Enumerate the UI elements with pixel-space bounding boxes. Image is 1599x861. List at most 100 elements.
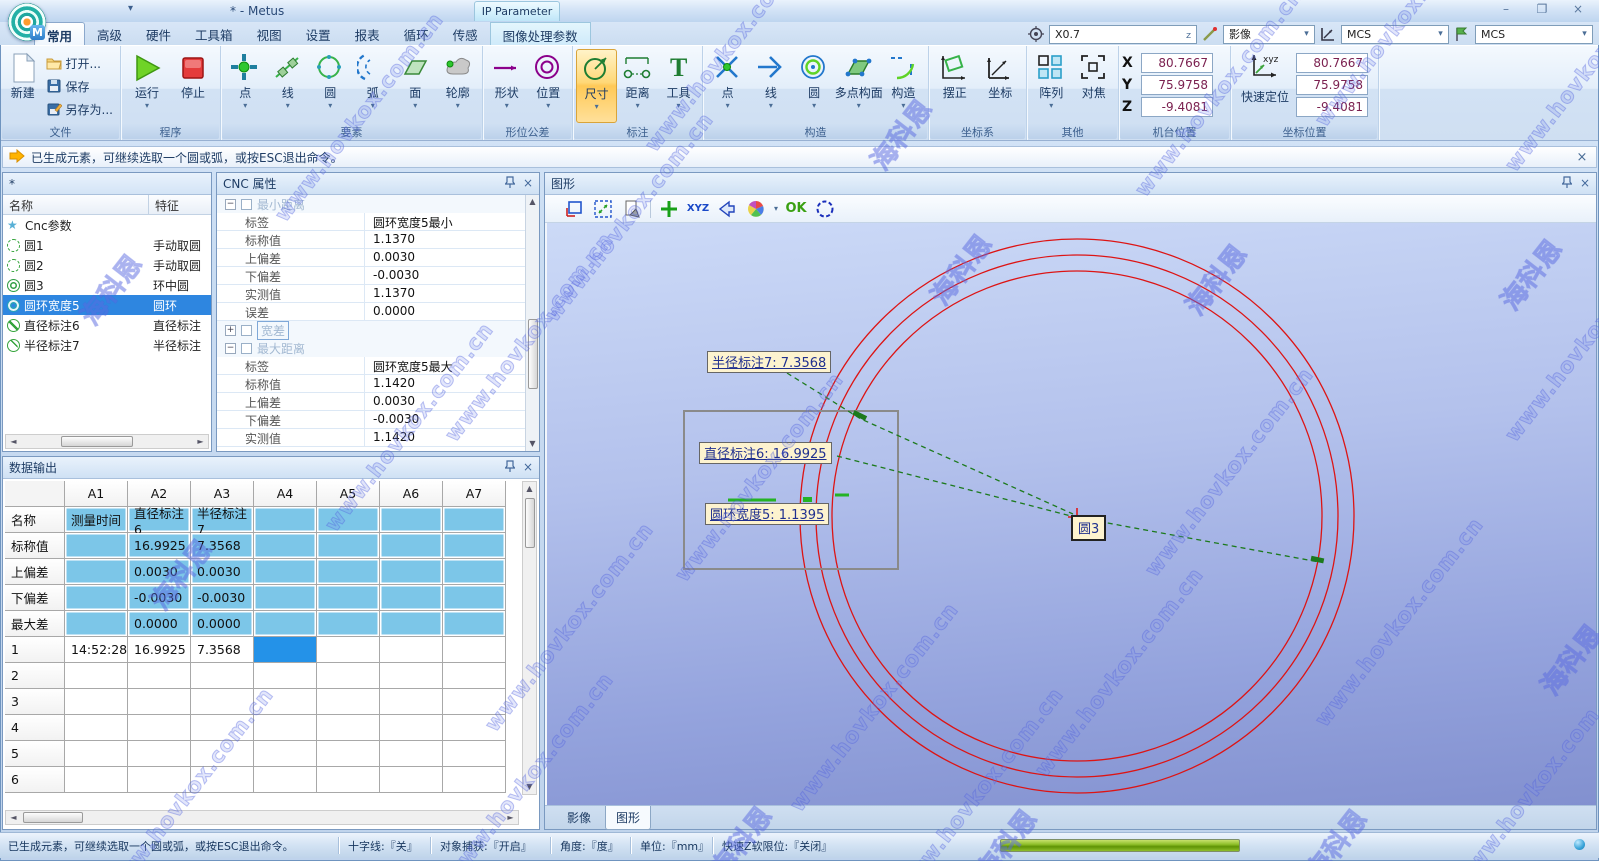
stat-cell[interactable]: [380, 585, 443, 611]
save-button[interactable]: 保存: [42, 76, 117, 96]
cnc-property-row[interactable]: 实测值1.1420: [217, 429, 525, 447]
data-cell[interactable]: [254, 663, 317, 689]
stat-cell[interactable]: [317, 533, 380, 559]
view-mode-combo[interactable]: 影像 ▾: [1223, 25, 1315, 44]
stat-cell[interactable]: [443, 611, 506, 637]
cnc-section-最大距离[interactable]: −最大距离: [217, 339, 525, 357]
stop-button[interactable]: 停止: [170, 49, 216, 123]
面-button[interactable]: 面▾: [394, 49, 437, 123]
coordinate-system2-combo[interactable]: MCS ▾: [1475, 25, 1593, 44]
data-cell[interactable]: [380, 715, 443, 741]
axes-icon[interactable]: [1319, 25, 1337, 43]
stat-cell[interactable]: [443, 559, 506, 585]
stat-cell[interactable]: [254, 559, 317, 585]
column-header-name[interactable]: 名称: [3, 195, 149, 214]
row-header-下偏差[interactable]: 下偏差: [5, 585, 65, 611]
stat-cell[interactable]: [254, 611, 317, 637]
tab-image[interactable]: 影像: [557, 806, 601, 829]
scroll-up-icon[interactable]: ▲: [526, 482, 532, 496]
data-cell[interactable]: [380, 689, 443, 715]
data-cell[interactable]: [317, 741, 380, 767]
ok-button[interactable]: OK: [785, 198, 807, 220]
back-arrow-icon[interactable]: [716, 198, 738, 220]
轮廓-button[interactable]: 轮廓▾: [437, 49, 480, 123]
scrollbar-thumb[interactable]: [528, 319, 538, 389]
checkbox[interactable]: [241, 343, 252, 354]
minimize-button[interactable]: –: [1493, 2, 1519, 18]
status-z-soft-limit[interactable]: 快速Z软限位:『关闭』: [722, 838, 832, 854]
column-header-A1[interactable]: A1: [65, 481, 128, 507]
row-header-3[interactable]: 3: [5, 689, 65, 715]
data-cell[interactable]: [128, 689, 191, 715]
panel-close-icon[interactable]: ×: [1580, 176, 1590, 191]
new-button[interactable]: 新建: [4, 49, 42, 123]
scroll-up-icon[interactable]: ▲: [529, 195, 535, 209]
construct-圆-button[interactable]: 圆▾: [793, 49, 836, 123]
data-cell[interactable]: [443, 741, 506, 767]
cnc-property-row[interactable]: 标称值1.1420: [217, 375, 525, 393]
tree-row-圆2[interactable]: 圆2手动取圆: [3, 255, 211, 275]
construct-构造-button[interactable]: 构造▾: [882, 49, 925, 123]
annotation-label[interactable]: 直径标注6: 16.9925: [699, 442, 832, 464]
data-cell[interactable]: 7.3568: [191, 637, 254, 663]
pin-icon[interactable]: [505, 460, 515, 475]
stat-cell[interactable]: 0.0030: [191, 559, 254, 585]
摆正-button[interactable]: 摆正: [932, 49, 978, 123]
data-cell[interactable]: [443, 715, 506, 741]
cnc-property-row[interactable]: 标签圆环宽度5最小: [217, 213, 525, 231]
column-header-A7[interactable]: A7: [443, 481, 506, 507]
data-cell[interactable]: [128, 741, 191, 767]
chevron-down-icon[interactable]: ▾: [1433, 29, 1448, 39]
tab-高级[interactable]: 高级: [85, 22, 134, 45]
construct-多点构面-button[interactable]: 多点构面▾: [836, 49, 882, 123]
data-cell[interactable]: 16.9925: [128, 637, 191, 663]
tab-graphics[interactable]: 图形: [605, 806, 651, 830]
data-cell[interactable]: [443, 637, 506, 663]
flag-icon[interactable]: [1453, 25, 1471, 43]
cnc-property-row[interactable]: 上偏差0.0030: [217, 249, 525, 267]
stat-cell[interactable]: 直径标注6: [128, 507, 191, 533]
expander-icon[interactable]: −: [225, 199, 236, 210]
stat-cell[interactable]: [65, 585, 128, 611]
data-cell[interactable]: [191, 715, 254, 741]
data-cell[interactable]: [128, 715, 191, 741]
data-cell[interactable]: [65, 715, 128, 741]
data-cell[interactable]: [254, 767, 317, 793]
xyz-readout-icon[interactable]: XYZ: [687, 198, 709, 220]
quick-locate-button[interactable]: xyz 快速定位: [1234, 49, 1296, 105]
stat-cell[interactable]: [380, 507, 443, 533]
pin-icon[interactable]: [505, 176, 515, 191]
点-button[interactable]: 点▾: [224, 49, 267, 123]
tab-报表[interactable]: 报表: [343, 22, 392, 45]
scroll-down-icon[interactable]: ▼: [529, 437, 535, 451]
zoom-fit-icon[interactable]: [592, 198, 614, 220]
tab-工具箱[interactable]: 工具箱: [183, 22, 245, 45]
data-cell[interactable]: [128, 767, 191, 793]
scrollbar-thumb[interactable]: [61, 436, 133, 447]
cnc-section-宽差[interactable]: +宽差: [217, 321, 525, 339]
row-header-最大差[interactable]: 最大差: [5, 611, 65, 637]
close-button[interactable]: ×: [1565, 2, 1591, 18]
chevron-down-icon[interactable]: ▾: [774, 204, 778, 213]
stat-cell[interactable]: [443, 585, 506, 611]
status-length-unit[interactable]: 单位:『mm』: [640, 838, 709, 854]
save-as-button[interactable]: 另存为...: [42, 99, 117, 119]
data-cell[interactable]: [443, 689, 506, 715]
stat-cell[interactable]: 0.0030: [128, 559, 191, 585]
data-horizontal-scrollbar[interactable]: ◄ ►: [5, 810, 519, 825]
quick-access-caret-icon[interactable]: ▾: [128, 3, 133, 14]
对焦-button[interactable]: 对焦: [1073, 49, 1116, 123]
stat-cell[interactable]: 测量时间: [65, 507, 128, 533]
cnc-property-row[interactable]: 标签圆环宽度5最大: [217, 357, 525, 375]
tab-循环[interactable]: 循环: [392, 22, 441, 45]
data-cell[interactable]: [65, 663, 128, 689]
data-cell[interactable]: [317, 637, 380, 663]
data-cell[interactable]: [380, 663, 443, 689]
线-button[interactable]: 线▾: [267, 49, 310, 123]
scroll-left-icon[interactable]: ◄: [6, 437, 21, 446]
stat-cell[interactable]: [317, 559, 380, 585]
row-header-名称[interactable]: 名称: [5, 507, 65, 533]
target-icon[interactable]: [1027, 25, 1045, 43]
尺寸-button[interactable]: 尺寸▾: [576, 49, 617, 123]
stat-cell[interactable]: 半径标注7: [191, 507, 254, 533]
